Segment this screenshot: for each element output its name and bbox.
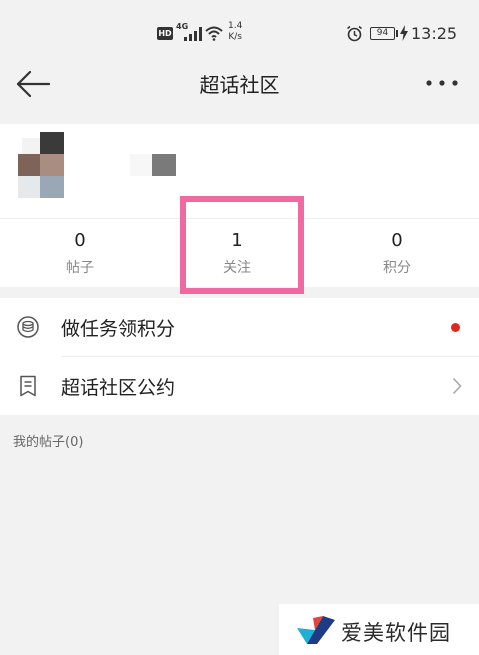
hd-badge: HD xyxy=(157,27,173,40)
notification-dot xyxy=(451,323,460,332)
menu-item-rules[interactable]: 超话社区公约 xyxy=(0,357,479,415)
stat-points-label: 积分 xyxy=(383,260,411,276)
my-posts-header: 我的帖子(0) xyxy=(13,435,84,450)
watermark: 爱美软件园 xyxy=(279,604,479,655)
stat-posts-value: 0 xyxy=(74,230,86,251)
profile-card xyxy=(0,124,479,218)
stat-points[interactable]: 0 积分 xyxy=(317,219,477,287)
document-icon xyxy=(20,375,36,397)
chevron-right-icon xyxy=(452,377,462,395)
top-nav-bar: 超话社区 xyxy=(0,56,479,112)
battery-icon: 94 xyxy=(370,27,395,40)
avatar[interactable] xyxy=(18,132,66,198)
more-dots-icon[interactable] xyxy=(424,76,460,90)
stat-points-value: 0 xyxy=(391,230,403,251)
stat-following[interactable]: 1 关注 xyxy=(157,219,317,287)
stat-posts[interactable]: 0 帖子 xyxy=(0,219,160,287)
speed-value: 1.4 xyxy=(228,21,243,31)
alarm-icon xyxy=(347,25,362,42)
wifi-icon xyxy=(205,26,223,41)
network-speed: 1.4 K/s xyxy=(228,21,242,43)
speed-unit: K/s xyxy=(228,32,242,42)
battery-cap xyxy=(396,30,398,37)
stat-posts-label: 帖子 xyxy=(66,260,94,276)
stat-following-label: 关注 xyxy=(223,260,251,276)
menu-item-rules-label: 超话社区公约 xyxy=(61,377,176,399)
stats-row: 0 帖子 1 关注 0 积分 xyxy=(0,218,479,287)
menu-item-tasks[interactable]: 做任务领积分 xyxy=(0,298,479,357)
menu-list: 做任务领积分 超话社区公约 xyxy=(0,298,479,415)
charging-icon xyxy=(400,25,408,41)
page-title: 超话社区 xyxy=(199,73,280,97)
username-blurred xyxy=(130,154,176,176)
stat-following-value: 1 xyxy=(231,230,243,251)
watermark-text: 爱美软件园 xyxy=(341,621,451,645)
watermark-logo-icon xyxy=(297,616,335,644)
coins-icon xyxy=(17,316,39,338)
status-bar: HD 4G 1.4 K/s 94 13:25 xyxy=(0,0,479,56)
signal-icon xyxy=(184,27,202,41)
clock: 13:25 xyxy=(411,24,458,43)
menu-item-tasks-label: 做任务领积分 xyxy=(61,318,176,340)
